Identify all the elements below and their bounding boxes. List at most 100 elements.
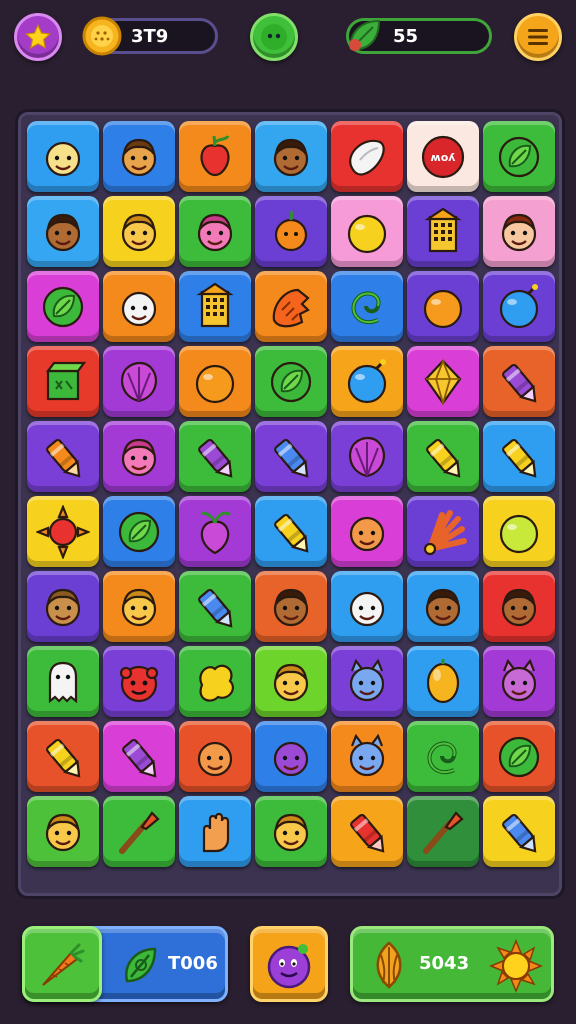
game-tile[interactable]: [27, 496, 99, 567]
game-tile[interactable]: [483, 796, 555, 867]
game-tile[interactable]: [255, 196, 327, 267]
right-booster-value: 5043: [419, 953, 470, 974]
face-yellow-icon: [121, 213, 157, 251]
game-tile[interactable]: [103, 721, 175, 792]
menu-button[interactable]: [514, 13, 562, 61]
hand-icon: [202, 812, 230, 852]
game-tile[interactable]: [179, 196, 251, 267]
face-brown-icon: [273, 138, 309, 176]
game-tile[interactable]: [255, 796, 327, 867]
game-tile[interactable]: [103, 271, 175, 342]
game-tile[interactable]: [27, 721, 99, 792]
face-pink-icon: [197, 213, 233, 251]
game-tile[interactable]: [179, 271, 251, 342]
game-tile[interactable]: [483, 271, 555, 342]
game-tile[interactable]: [179, 421, 251, 492]
game-tile[interactable]: [331, 121, 403, 192]
game-tile[interactable]: [27, 271, 99, 342]
game-tile[interactable]: [483, 646, 555, 717]
game-tile[interactable]: [103, 571, 175, 642]
game-tile[interactable]: [103, 646, 175, 717]
face-brown-icon: [425, 588, 461, 626]
face-pink-icon: [121, 438, 157, 476]
game-tile[interactable]: [331, 196, 403, 267]
game-tile[interactable]: [179, 346, 251, 417]
top-hud: 3T9 55: [0, 0, 576, 80]
game-tile[interactable]: [331, 496, 403, 567]
game-tile[interactable]: [27, 121, 99, 192]
crayon-yellow-icon: [502, 438, 537, 478]
game-tile[interactable]: [255, 721, 327, 792]
game-tile[interactable]: [27, 196, 99, 267]
game-tile[interactable]: [407, 496, 479, 567]
game-tile[interactable]: [27, 646, 99, 717]
green-orb-button[interactable]: [250, 13, 298, 61]
game-tile[interactable]: [407, 196, 479, 267]
game-tile[interactable]: [483, 421, 555, 492]
right-booster-panel[interactable]: 5043: [350, 926, 554, 1002]
game-tile[interactable]: [407, 721, 479, 792]
diamond-icon: [424, 358, 462, 406]
coins-counter: 3T9: [82, 16, 218, 56]
game-tile[interactable]: [103, 796, 175, 867]
game-tile[interactable]: [255, 121, 327, 192]
game-tile[interactable]: [407, 646, 479, 717]
game-tile[interactable]: ʍoʎ: [407, 121, 479, 192]
brush-icon: [423, 810, 464, 854]
game-tile[interactable]: [331, 271, 403, 342]
left-booster-value: T006: [168, 953, 218, 974]
seed-icon: [376, 941, 402, 989]
leaf-icon: [349, 19, 381, 51]
fruit-red-icon: [200, 134, 230, 176]
game-tile[interactable]: [103, 121, 175, 192]
game-tile[interactable]: [179, 796, 251, 867]
game-tile[interactable]: [103, 421, 175, 492]
game-tile[interactable]: [331, 646, 403, 717]
game-tile[interactable]: [331, 796, 403, 867]
game-tile[interactable]: [331, 571, 403, 642]
game-tile[interactable]: [483, 496, 555, 567]
star-button[interactable]: [14, 13, 62, 61]
game-tile[interactable]: [407, 796, 479, 867]
game-tile[interactable]: [27, 346, 99, 417]
game-tile[interactable]: [255, 271, 327, 342]
game-tile[interactable]: [407, 571, 479, 642]
game-tile[interactable]: [483, 721, 555, 792]
coins-value: 3T9: [131, 25, 169, 47]
leaf-icon: [42, 286, 84, 327]
game-tile[interactable]: [179, 496, 251, 567]
game-tile[interactable]: [179, 646, 251, 717]
game-tile[interactable]: [483, 571, 555, 642]
svg-text:ʍoʎ: ʍoʎ: [431, 151, 456, 164]
shell-icon: [349, 436, 385, 477]
game-tile[interactable]: [331, 721, 403, 792]
game-tile[interactable]: [27, 421, 99, 492]
game-tile[interactable]: [483, 121, 555, 192]
game-tile[interactable]: [27, 796, 99, 867]
face-orange-icon: [349, 516, 385, 551]
game-tile[interactable]: [179, 721, 251, 792]
game-tile[interactable]: [407, 271, 479, 342]
game-tile[interactable]: [331, 346, 403, 417]
game-tile[interactable]: [331, 421, 403, 492]
crayon-purple-icon: [198, 438, 233, 478]
carrot-booster-button[interactable]: [22, 926, 102, 1002]
game-tile[interactable]: [255, 346, 327, 417]
game-tile[interactable]: [255, 571, 327, 642]
game-board: ʍoʎ: [18, 112, 562, 896]
game-tile[interactable]: [255, 646, 327, 717]
game-tile[interactable]: [407, 346, 479, 417]
tile-grid: ʍoʎ: [27, 121, 555, 867]
game-tile[interactable]: [255, 421, 327, 492]
game-tile[interactable]: [179, 571, 251, 642]
game-tile[interactable]: [255, 496, 327, 567]
game-tile[interactable]: [407, 421, 479, 492]
game-tile[interactable]: [103, 196, 175, 267]
creature-booster-button[interactable]: [250, 926, 328, 1002]
game-tile[interactable]: [179, 121, 251, 192]
game-tile[interactable]: [27, 571, 99, 642]
game-tile[interactable]: [103, 346, 175, 417]
game-tile[interactable]: [103, 496, 175, 567]
game-tile[interactable]: [483, 196, 555, 267]
game-tile[interactable]: [483, 346, 555, 417]
